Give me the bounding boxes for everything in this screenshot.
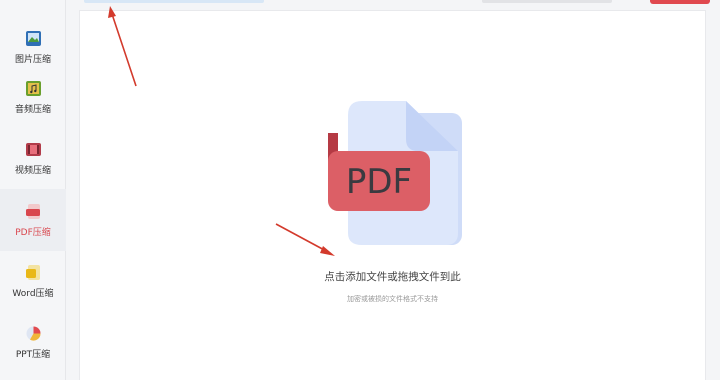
sidebar-item-label: PDF压缩: [15, 227, 51, 238]
ppt-icon: [25, 325, 42, 342]
pdf-badge-text: PDF: [346, 162, 412, 202]
word-icon: [25, 264, 42, 281]
image-icon: [25, 30, 42, 47]
music-icon: [25, 80, 42, 97]
sidebar-item-pdf-compress[interactable]: PDF压缩: [0, 189, 66, 251]
toolbar-tab[interactable]: [84, 0, 264, 3]
app-window: 图片压缩 音频压缩 视频压缩 PDF压缩 Word压缩 PPT压缩 PDF 点击…: [0, 0, 720, 380]
sidebar-item-video-compress[interactable]: 视频压缩: [0, 127, 66, 189]
sidebar-item-label: 视频压缩: [14, 165, 51, 176]
sidebar-item-audio-compress[interactable]: 音频压缩: [0, 66, 66, 128]
sidebar-item-word-compress[interactable]: Word压缩: [0, 250, 66, 312]
drop-hint-text: 点击添加文件或拖拽文件到此: [324, 271, 461, 283]
video-icon: [25, 141, 42, 158]
pdf-file-icon: PDF: [328, 101, 462, 245]
toolbar-search-field[interactable]: [482, 0, 612, 3]
sidebar-item-label: 音频压缩: [14, 104, 51, 115]
sidebar-item-label: PPT压缩: [15, 349, 51, 360]
main-panel: PDF 点击添加文件或拖拽文件到此 加密或被损的文件格式不支持: [79, 10, 706, 380]
sidebar: 图片压缩 音频压缩 视频压缩 PDF压缩 Word压缩 PPT压缩: [0, 0, 66, 380]
file-drop-zone[interactable]: PDF 点击添加文件或拖拽文件到此 加密或被损的文件格式不支持: [80, 11, 705, 380]
pdf-icon: [25, 203, 42, 220]
start-compress-button[interactable]: [650, 0, 710, 4]
sidebar-item-label: 图片压缩: [14, 54, 51, 65]
sidebar-item-label: Word压缩: [12, 288, 54, 299]
sidebar-item-ppt-compress[interactable]: PPT压缩: [0, 311, 66, 373]
drop-sub-hint-text: 加密或被损的文件格式不支持: [347, 295, 438, 303]
